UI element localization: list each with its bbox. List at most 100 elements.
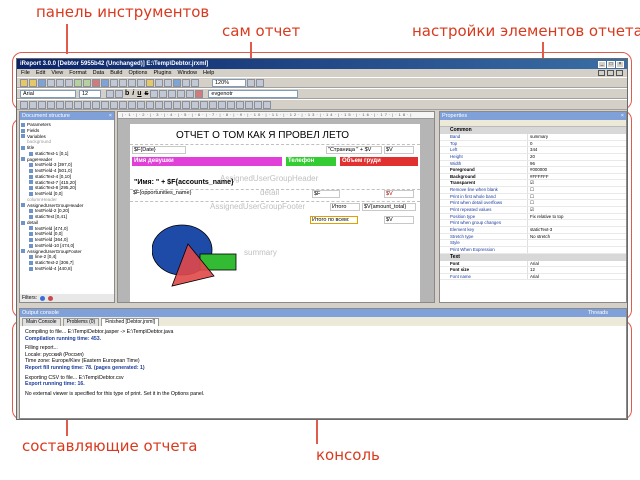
align-justify-icon[interactable]: [177, 89, 186, 98]
align-icon[interactable]: [29, 100, 37, 109]
menu-data[interactable]: Data: [93, 70, 105, 76]
line-icon[interactable]: [119, 78, 127, 87]
align-icon[interactable]: [38, 100, 46, 109]
property-value[interactable]: 0: [528, 141, 626, 147]
detail-v-field[interactable]: $V: [384, 190, 414, 198]
menu-edit[interactable]: Edit: [36, 70, 45, 76]
maximize-button[interactable]: □: [607, 60, 615, 68]
property-value[interactable]: ☐: [528, 200, 626, 206]
align-icon[interactable]: [83, 100, 91, 109]
run-icon[interactable]: [92, 78, 100, 87]
report-shapes[interactable]: [152, 222, 242, 302]
align-icon[interactable]: [56, 100, 64, 109]
total-label[interactable]: Итого: [330, 203, 360, 211]
property-row[interactable]: Foreground #000000: [440, 167, 626, 174]
tab-finished[interactable]: Finished [Debtor.jrxml]: [101, 318, 159, 326]
align-icon[interactable]: [74, 100, 82, 109]
total-all-label[interactable]: Итого по всем:: [310, 216, 358, 224]
copy-icon[interactable]: [56, 78, 64, 87]
property-value[interactable]: summary: [528, 134, 626, 140]
total-field[interactable]: $V{amount_total}: [362, 203, 416, 211]
grid-icon[interactable]: [245, 100, 253, 109]
tab-main-console[interactable]: Main Console: [22, 318, 61, 326]
property-value[interactable]: No stretch: [528, 234, 626, 240]
restore-icon[interactable]: [607, 70, 614, 76]
property-value[interactable]: ☐: [528, 187, 626, 193]
font-size-select[interactable]: 12: [79, 89, 101, 98]
report-title[interactable]: ОТЧЕТ О ТОМ КАК Я ПРОВЕЛ ЛЕТО: [176, 130, 349, 141]
database-icon[interactable]: [101, 78, 109, 87]
report-page[interactable]: ОТЧЕТ О ТОМ КАК Я ПРОВЕЛ ЛЕТО $F{Date} "…: [130, 124, 420, 302]
menu-options[interactable]: Options: [128, 70, 147, 76]
property-value[interactable]: 96: [528, 161, 626, 167]
page-field[interactable]: "Страница " + $V: [326, 146, 382, 154]
rectangle-icon[interactable]: [128, 78, 136, 87]
close-icon[interactable]: [616, 70, 623, 76]
opportunity-field[interactable]: $F{opportunities_name}: [132, 190, 252, 198]
open-icon[interactable]: [29, 78, 37, 87]
style-select[interactable]: evgenotr: [208, 89, 299, 98]
tab-problems[interactable]: Problems (0): [62, 318, 100, 326]
property-row[interactable]: Element key staticText-3: [440, 226, 626, 234]
property-row[interactable]: Top 0: [440, 140, 626, 148]
property-value[interactable]: 344: [528, 147, 626, 153]
property-row[interactable]: Left 344: [440, 147, 626, 154]
ellipse-icon[interactable]: [137, 78, 145, 87]
property-value[interactable]: [528, 247, 626, 253]
size-icon[interactable]: [101, 100, 109, 109]
size-icon[interactable]: [119, 100, 127, 109]
font-grow-icon[interactable]: [106, 89, 114, 98]
menu-build[interactable]: Build: [110, 70, 122, 76]
menu-help[interactable]: Help: [203, 70, 214, 76]
property-row[interactable]: Print when detail overflows ☐: [440, 200, 626, 208]
grid-icon[interactable]: [254, 100, 262, 109]
menu-plugins[interactable]: Plugins: [153, 70, 171, 76]
color-icon[interactable]: [195, 89, 204, 98]
property-value[interactable]: ☑: [528, 180, 626, 186]
menu-file[interactable]: File: [21, 70, 30, 76]
align-icon[interactable]: [65, 100, 73, 109]
close-icon[interactable]: ×: [621, 112, 624, 120]
redo-icon[interactable]: [83, 78, 91, 87]
property-value[interactable]: Arial: [528, 261, 626, 267]
property-row[interactable]: Remove line when blank ☐: [440, 187, 626, 194]
align-left-icon[interactable]: [150, 89, 159, 98]
property-row[interactable]: Position type Fix relative to top: [440, 213, 626, 221]
zoom-select[interactable]: 120%: [212, 78, 246, 87]
spacing-icon[interactable]: [146, 100, 154, 109]
page-total-field[interactable]: $V: [384, 146, 414, 154]
size-icon[interactable]: [92, 100, 100, 109]
property-row[interactable]: Font size 12: [440, 267, 626, 274]
align-center-icon[interactable]: [159, 89, 168, 98]
zoom-in-icon[interactable]: [247, 78, 255, 87]
property-row[interactable]: Height 20: [440, 153, 626, 161]
grid-icon[interactable]: [263, 100, 271, 109]
barcode-icon[interactable]: [191, 78, 199, 87]
threads-label[interactable]: Threads: [588, 309, 608, 317]
property-row[interactable]: Style: [440, 240, 626, 247]
section-common[interactable]: Common: [440, 127, 626, 134]
property-row[interactable]: Print when group changes: [440, 220, 626, 227]
size-icon[interactable]: [110, 100, 118, 109]
property-row[interactable]: Print repeated values ☑: [440, 207, 626, 214]
undo-icon[interactable]: [74, 78, 82, 87]
property-value[interactable]: staticText-3: [528, 227, 626, 233]
property-value[interactable]: #FFFFFF: [528, 174, 626, 180]
font-name-select[interactable]: Arial: [20, 89, 76, 98]
font-shrink-icon[interactable]: [115, 89, 123, 98]
property-row[interactable]: Background #FFFFFF: [440, 173, 626, 181]
property-row[interactable]: Font name Arial: [440, 273, 626, 281]
cut-icon[interactable]: [47, 78, 55, 87]
text-icon[interactable]: [155, 78, 163, 87]
restore-icon[interactable]: [598, 70, 605, 76]
new-icon[interactable]: [20, 78, 28, 87]
menu-window[interactable]: Window: [177, 70, 197, 76]
property-value[interactable]: 12: [528, 267, 626, 273]
grid-icon[interactable]: [227, 100, 235, 109]
image-icon[interactable]: [146, 78, 154, 87]
zoom-out-icon[interactable]: [256, 78, 264, 87]
center-icon[interactable]: [164, 100, 172, 109]
band-divider[interactable]: [130, 144, 420, 145]
save-icon[interactable]: [38, 78, 46, 87]
property-value[interactable]: Fix relative to top: [528, 214, 626, 220]
